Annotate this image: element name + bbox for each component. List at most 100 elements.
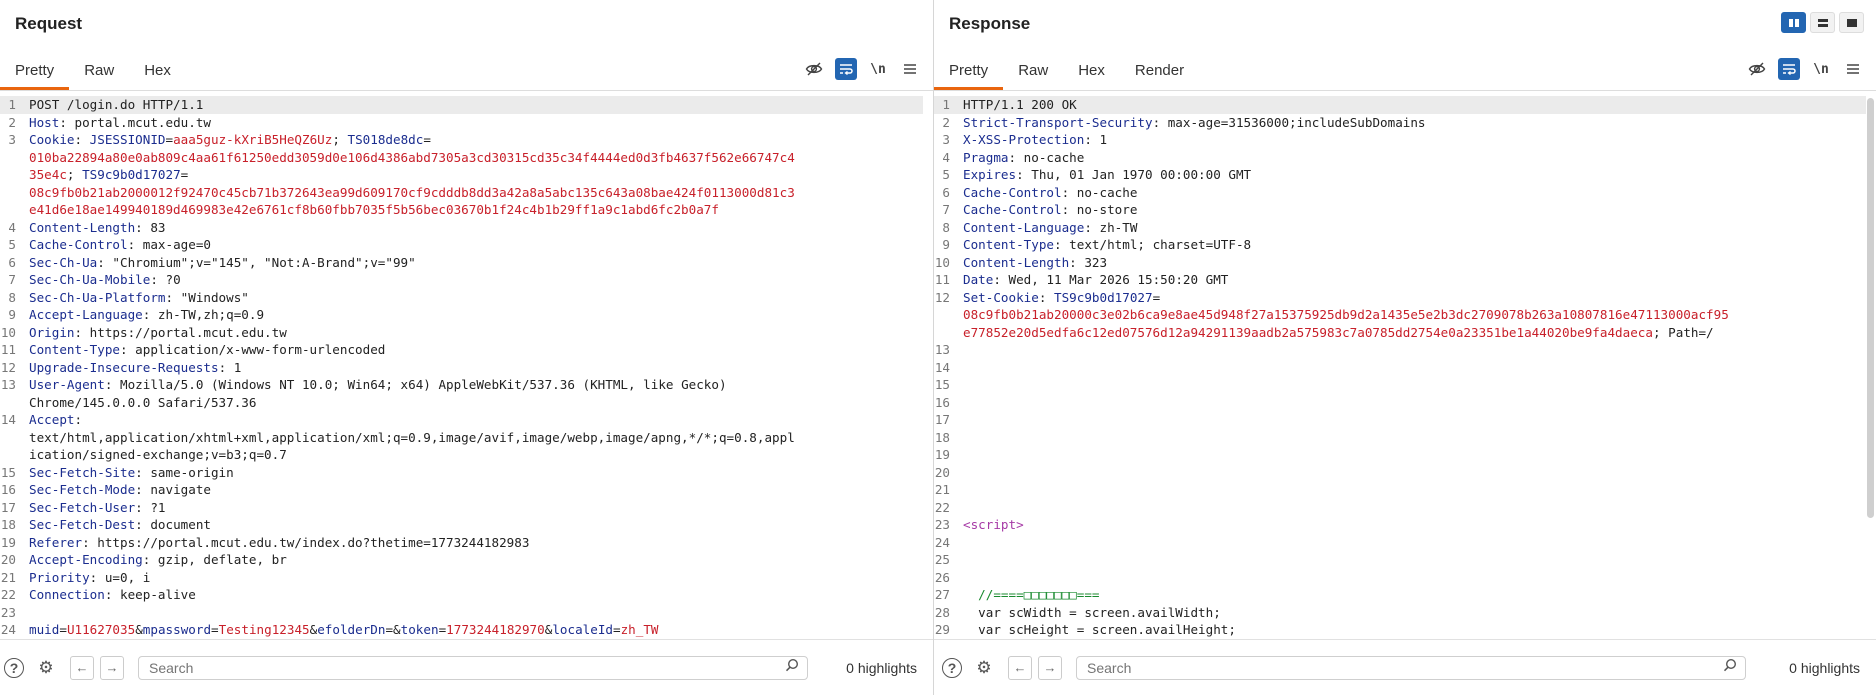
code-line[interactable]: 9 Content-Type: text/html; charset=UTF-8 xyxy=(934,236,1866,254)
code-line[interactable]: 12 Set-Cookie: TS9c9b0d17027= xyxy=(934,289,1866,307)
code-line[interactable]: 17 xyxy=(934,411,1866,429)
code-line[interactable]: 27 //====□□□□□□□=== xyxy=(934,586,1866,604)
code-token: Expires xyxy=(963,167,1017,182)
menu-icon[interactable] xyxy=(1842,58,1864,80)
code-line[interactable]: 16 Sec-Fetch-Mode: navigate xyxy=(0,481,923,499)
newline-toggle-icon[interactable]: \n xyxy=(867,58,889,80)
tab-hex[interactable]: Hex xyxy=(1063,54,1120,88)
code-line[interactable]: 4 Content-Length: 83 xyxy=(0,219,923,237)
line-content: Sec-Fetch-Mode: navigate xyxy=(20,481,923,499)
response-editor[interactable]: 1 HTTP/1.1 200 OK 2 Strict-Transport-Securi… xyxy=(934,96,1866,640)
code-line[interactable]: 14 xyxy=(934,359,1866,377)
menu-icon[interactable] xyxy=(899,58,921,80)
code-line[interactable]: 1 HTTP/1.1 200 OK xyxy=(934,96,1866,114)
code-line[interactable]: 08c9fb0b21ab20000c3e02b6ca9e8ae45d948f27… xyxy=(934,306,1866,324)
code-line[interactable]: 7 Cache-Control: no-store xyxy=(934,201,1866,219)
code-line[interactable]: 7 Sec-Ch-Ua-Mobile: ?0 xyxy=(0,271,923,289)
code-line[interactable]: 18 xyxy=(934,429,1866,447)
line-number: 25 xyxy=(934,552,950,567)
code-line[interactable]: 10 Content-Length: 323 xyxy=(934,254,1866,272)
code-line[interactable]: 19 Referer: https://portal.mcut.edu.tw/in… xyxy=(0,534,923,552)
code-line[interactable]: 010ba22894a80e0ab809c4aa61f61250edd3059d… xyxy=(0,149,923,167)
code-line[interactable]: ication/signed-exchange;v=b3;q=0.7 xyxy=(0,446,923,464)
tab-raw[interactable]: Raw xyxy=(1003,54,1063,88)
code-token: Content-Length xyxy=(29,219,136,235)
request-editor[interactable]: 1 POST /login.do HTTP/1.1 2 Host: portal.mc… xyxy=(0,96,923,640)
code-line[interactable]: 6 Cache-Control: no-cache xyxy=(934,184,1866,202)
request-search-input[interactable] xyxy=(147,658,785,677)
code-line[interactable]: 24 muid=U11627035&mpassword=Testing12345&… xyxy=(0,621,923,639)
help-icon[interactable]: ? xyxy=(4,657,24,678)
code-line[interactable]: 3 X-XSS-Protection: 1 xyxy=(934,131,1866,149)
tab-hex[interactable]: Hex xyxy=(129,54,186,88)
next-arrow-icon[interactable]: → xyxy=(100,655,124,680)
code-line[interactable]: 24 xyxy=(934,534,1866,552)
code-line[interactable]: 2 Host: portal.mcut.edu.tw xyxy=(0,114,923,132)
stacked-layout-icon[interactable] xyxy=(1810,12,1835,33)
tab-raw[interactable]: Raw xyxy=(69,54,129,88)
tab-render[interactable]: Render xyxy=(1120,54,1199,88)
line-content: var scHeight = screen.availHeight; xyxy=(954,621,1866,639)
previous-arrow-icon[interactable]: ← xyxy=(1008,655,1032,680)
response-scrollbar-thumb[interactable] xyxy=(1867,98,1874,518)
previous-arrow-icon[interactable]: ← xyxy=(70,655,94,680)
line-content xyxy=(954,429,1866,447)
code-line[interactable]: 3 Cookie: JSESSIONID=aaa5guz-kXriB5HeQZ6U… xyxy=(0,131,923,149)
code-line[interactable]: 5 Expires: Thu, 01 Jan 1970 00:00:00 GMT xyxy=(934,166,1866,184)
code-line[interactable]: 8 Sec-Ch-Ua-Platform: "Windows" xyxy=(0,289,923,307)
next-arrow-icon[interactable]: → xyxy=(1038,655,1062,680)
settings-gear-icon[interactable]: ⚙ xyxy=(972,656,996,680)
code-line[interactable]: 10 Origin: https://portal.mcut.edu.tw xyxy=(0,324,923,342)
code-line[interactable]: 1 POST /login.do HTTP/1.1 xyxy=(0,96,923,114)
code-line[interactable]: 11 Content-Type: application/x-www-form-u… xyxy=(0,341,923,359)
code-line[interactable]: 16 xyxy=(934,394,1866,412)
code-line[interactable]: 14 Accept: xyxy=(0,411,923,429)
hide-eye-icon[interactable] xyxy=(803,58,825,80)
side-by-side-layout-icon[interactable] xyxy=(1781,12,1806,33)
code-line[interactable]: 21 Priority: u=0, i xyxy=(0,569,923,587)
code-line[interactable]: 8 Content-Language: zh-TW xyxy=(934,219,1866,237)
code-line[interactable]: 4 Pragma: no-cache xyxy=(934,149,1866,167)
code-line[interactable]: 11 Date: Wed, 11 Mar 2026 15:50:20 GMT xyxy=(934,271,1866,289)
code-line[interactable]: 13 xyxy=(934,341,1866,359)
code-line[interactable]: 12 Upgrade-Insecure-Requests: 1 xyxy=(0,359,923,377)
code-line[interactable]: 15 Sec-Fetch-Site: same-origin xyxy=(0,464,923,482)
code-line[interactable]: 20 xyxy=(934,464,1866,482)
code-line[interactable]: 21 xyxy=(934,481,1866,499)
code-line[interactable]: 9 Accept-Language: zh-TW,zh;q=0.9 xyxy=(0,306,923,324)
code-line[interactable]: 20 Accept-Encoding: gzip, deflate, br xyxy=(0,551,923,569)
code-line[interactable]: 22 Connection: keep-alive xyxy=(0,586,923,604)
code-line[interactable]: Chrome/145.0.0.0 Safari/537.36 xyxy=(0,394,923,412)
tab-pretty[interactable]: Pretty xyxy=(0,54,70,90)
settings-gear-icon[interactable]: ⚙ xyxy=(34,656,58,680)
code-line[interactable]: 26 xyxy=(934,569,1866,587)
code-line[interactable]: 35e4c; TS9c9b0d17027= xyxy=(0,166,923,184)
response-search-input[interactable] xyxy=(1085,658,1723,677)
code-line[interactable]: 23 xyxy=(0,604,923,622)
code-line[interactable]: 18 Sec-Fetch-Dest: document xyxy=(0,516,923,534)
code-line[interactable]: 08c9fb0b21ab2000012f92470c45cb71b372643e… xyxy=(0,184,923,202)
code-line[interactable]: 28 var scWidth = screen.availWidth; xyxy=(934,604,1866,622)
code-line[interactable]: 23 <script> xyxy=(934,516,1866,534)
code-line[interactable]: 2 Strict-Transport-Security: max-age=3153… xyxy=(934,114,1866,132)
code-line[interactable]: 22 xyxy=(934,499,1866,517)
code-line[interactable]: 29 var scHeight = screen.availHeight; xyxy=(934,621,1866,639)
code-line[interactable]: text/html,application/xhtml+xml,applicat… xyxy=(0,429,923,447)
tabbed-layout-icon[interactable] xyxy=(1839,12,1864,33)
code-line[interactable]: 5 Cache-Control: max-age=0 xyxy=(0,236,923,254)
code-line[interactable]: 19 xyxy=(934,446,1866,464)
newline-toggle-icon[interactable]: \n xyxy=(1810,58,1832,80)
code-line[interactable]: 25 xyxy=(934,551,1866,569)
code-token: muid xyxy=(29,622,60,637)
code-line[interactable]: 17 Sec-Fetch-User: ?1 xyxy=(0,499,923,517)
tab-pretty[interactable]: Pretty xyxy=(934,54,1004,90)
word-wrap-icon[interactable] xyxy=(835,58,857,80)
code-line[interactable]: e77852e20d5edfa6c12ed07576d12a94291139aa… xyxy=(934,324,1866,342)
code-line[interactable]: 13 User-Agent: Mozilla/5.0 (Windows NT 10… xyxy=(0,376,923,394)
code-line[interactable]: 6 Sec-Ch-Ua: "Chromium";v="145", "Not:A-B… xyxy=(0,254,923,272)
code-line[interactable]: e41d6e18ae149940189d469983e42e6761cf8b60… xyxy=(0,201,923,219)
code-line[interactable]: 15 xyxy=(934,376,1866,394)
hide-eye-icon[interactable] xyxy=(1746,58,1768,80)
help-icon[interactable]: ? xyxy=(942,657,962,678)
word-wrap-icon[interactable] xyxy=(1778,58,1800,80)
